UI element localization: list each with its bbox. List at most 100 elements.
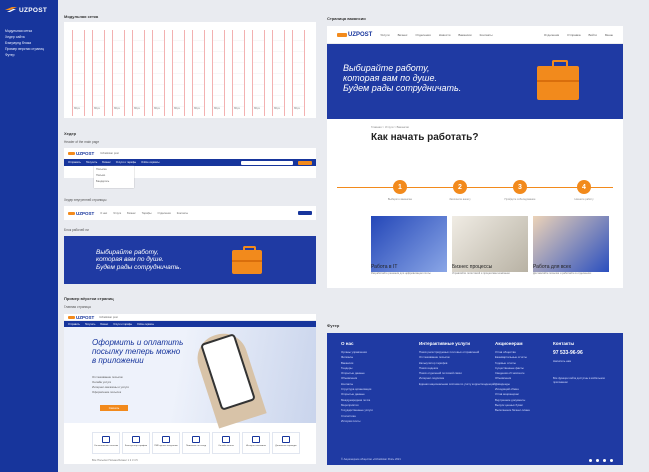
header-logo[interactable]: UZPOST	[337, 32, 372, 38]
nav-item[interactable]: Отделения	[158, 212, 171, 215]
card-title[interactable]: Бизнес процессы	[452, 264, 492, 270]
nav-item[interactable]: Новости	[439, 33, 451, 37]
nav-item[interactable]: Отделения	[415, 33, 430, 37]
card-title[interactable]: Работа для всех	[533, 264, 571, 270]
grid-column-label: 80px	[254, 106, 261, 110]
nav-right-item[interactable]: Войти	[588, 33, 596, 37]
footer-col-title: Акционерам	[495, 341, 523, 346]
footer-copyright: © Акционерное общество «Uzbekistan Post»…	[341, 458, 401, 461]
nav-item[interactable]: Вакансии	[458, 33, 471, 37]
footer-app-text: Все функции сайта доступны в мобильном п…	[553, 377, 605, 384]
nav-item[interactable]: Бизнес	[102, 161, 111, 164]
grid-column-label: 80px	[174, 106, 181, 110]
pagination-links[interactable]: Все Посылки Письма Бизнес 1 2 3 4 5	[92, 459, 138, 462]
grid-column-label: 80px	[274, 106, 281, 110]
footer-link[interactable]: Единая национальная система по учёту кор…	[419, 382, 495, 387]
grid-column: 80px	[92, 30, 105, 116]
dropdown-item[interactable]: Бандероль	[96, 180, 132, 183]
footer-link[interactable]: Выполнение бизнес-плана	[495, 408, 530, 413]
footer-phone[interactable]: 97 533-96-96	[553, 350, 617, 356]
nav-item[interactable]: Тарифы	[142, 212, 152, 215]
grid-column-label: 80px	[74, 106, 81, 110]
step-circle: 1	[393, 180, 407, 194]
nav-item[interactable]: Контакты	[177, 212, 188, 215]
grid-column-label: 80px	[214, 106, 221, 110]
header-logo[interactable]: UZPOST	[68, 151, 94, 156]
service-tile[interactable]: ПИК пункты получения	[152, 432, 180, 454]
card-desc: Разработайте решения для цифровизации по…	[371, 272, 431, 275]
nav-item[interactable]: Бизнес	[398, 33, 408, 37]
shop-icon	[252, 436, 260, 443]
nav-item[interactable]: Услуги	[113, 212, 121, 215]
social-icon[interactable]	[610, 459, 613, 462]
nav-dropdown: Посылка Письмо Бандероль	[94, 166, 134, 188]
footer-col-shareholders: Акционерам Устав общества Ежеквартальные …	[495, 341, 530, 414]
grid-column: 80px	[192, 30, 205, 116]
nav-item[interactable]: Отправить	[68, 161, 81, 164]
promo-line: Будем рады сотрудничать.	[343, 82, 462, 93]
service-tile[interactable]: Калькулятор тарифов	[122, 432, 150, 454]
dropdown-item[interactable]: Посылка	[96, 168, 132, 171]
grid-column: 80px	[292, 30, 305, 116]
step-circle: 2	[453, 180, 467, 194]
header-org-name: Uzbekistan post	[100, 152, 119, 155]
dropdown-item[interactable]: Письмо	[96, 174, 132, 177]
payment-icon	[222, 436, 230, 443]
nav-item[interactable]: Получить	[86, 161, 97, 164]
nav-item[interactable]: Online сервисы	[137, 323, 154, 326]
vacancy-header: UZPOST Услуги Бизнес Отделения Новости В…	[327, 26, 623, 44]
nav-item[interactable]: Отправить	[68, 323, 80, 326]
social-icon[interactable]	[596, 459, 599, 462]
footer-example: О нас Органы управления Филиалы Вакансии Те…	[327, 333, 623, 465]
grid-column-label: 80px	[154, 106, 161, 110]
nav-item[interactable]: Услуги	[380, 33, 389, 37]
breadcrumb[interactable]: Главная > Услуги > Вакансии	[371, 125, 409, 129]
service-tile[interactable]: Денежные переводы	[272, 432, 300, 454]
footer-col-about: О нас Органы управления Филиалы Вакансии Те…	[341, 341, 373, 424]
page-title: Как начать работать?	[371, 132, 479, 143]
footer-link[interactable]: Ежеквартальные отчёты	[495, 355, 530, 360]
service-tile[interactable]: Онлайн-оплата	[212, 432, 240, 454]
nav-item[interactable]: Бизнес	[100, 323, 108, 326]
service-tile[interactable]: Интернет магазины	[242, 432, 270, 454]
logo-mark-icon	[68, 152, 75, 155]
footer-link[interactable]: История почты	[341, 419, 373, 424]
service-tile[interactable]: Отслеживание посылки	[92, 432, 120, 454]
nav-right-item[interactable]: Отделения	[544, 33, 559, 37]
footer-link[interactable]: Государственные услуги	[341, 408, 373, 413]
nav-item[interactable]: Услуги и тарифы	[113, 323, 132, 326]
nav-item[interactable]: Online сервисы	[141, 161, 159, 164]
search-input[interactable]	[241, 160, 293, 165]
post-logo-icon	[5, 7, 17, 12]
nav-right-item[interactable]: Отправка	[567, 33, 580, 37]
nav-right-item[interactable]: Меню	[605, 33, 613, 37]
calculator-icon	[132, 436, 140, 443]
sidebar: UZPOST Модульная сетка Хедер сайта Бэкгр…	[0, 0, 58, 472]
header-logo[interactable]: UZPOST	[68, 315, 94, 320]
logo-mark-icon	[68, 315, 75, 319]
step-label: Начните работу	[574, 198, 594, 201]
service-tile[interactable]: Позвонить на склад	[182, 432, 210, 454]
promo-banner-small: Выбирайте работу, которая вам по душе. Б…	[64, 236, 316, 284]
download-button[interactable]: Скачать	[100, 405, 128, 411]
grid-column: 80px	[212, 30, 225, 116]
grid-column: 80px	[172, 30, 185, 116]
footer-email[interactable]: Написать нам	[553, 359, 617, 363]
card-title[interactable]: Работа в IT	[371, 264, 397, 270]
menu-button[interactable]	[298, 211, 312, 215]
nav-item[interactable]: О нас	[100, 212, 107, 215]
nav-item[interactable]: Бизнес	[127, 212, 136, 215]
social-links	[589, 459, 613, 462]
nav-item[interactable]: Контакты	[480, 33, 493, 37]
section-sub-layout: Главная страница	[64, 305, 91, 309]
promo-line: Будем рады сотрудничать.	[96, 263, 182, 271]
step-circle: 4	[577, 180, 591, 194]
nav-item[interactable]: Получить	[85, 323, 96, 326]
social-icon[interactable]	[589, 459, 592, 462]
sidebar-item-footer[interactable]: Футер	[5, 52, 53, 58]
login-button[interactable]	[298, 160, 312, 165]
social-icon[interactable]	[603, 459, 606, 462]
nav-item[interactable]: Услуги и тарифы	[116, 161, 136, 164]
header-logo[interactable]: UZPOST	[68, 211, 94, 216]
brand-logo[interactable]: UZPOST	[5, 6, 53, 14]
